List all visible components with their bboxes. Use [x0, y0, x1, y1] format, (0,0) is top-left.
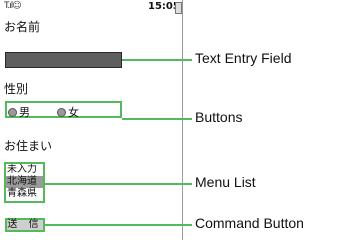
name-label: お名前	[4, 20, 41, 34]
phone-screen: T.ıl☺ 15:05 お名前 性別 男 女 お住まい 未入力 北海道 青森県 …	[0, 0, 182, 240]
menu-option[interactable]: 青森県	[6, 188, 43, 200]
address-label: お住まい	[4, 139, 53, 153]
radio-female[interactable]: 女	[57, 104, 79, 120]
callout-line-command-button	[45, 224, 192, 226]
radio-dot-icon	[8, 107, 17, 117]
annotation-menu-list: Menu List	[195, 174, 256, 190]
menu-option[interactable]: 北海道	[6, 176, 43, 188]
gender-radio-group: 男 女	[5, 101, 122, 120]
annotation-buttons: Buttons	[195, 109, 243, 125]
screen-edge	[182, 0, 183, 240]
radio-male-label: 男	[19, 106, 30, 119]
signal-icon: T.ıl☺	[4, 1, 22, 11]
submit-button[interactable]: 送 信	[5, 218, 45, 232]
callout-line-buttons	[122, 118, 192, 120]
menu-option[interactable]: 未入力	[6, 164, 43, 176]
radio-male[interactable]: 男	[8, 104, 30, 120]
status-bar: T.ıl☺ 15:05	[0, 0, 182, 14]
annotation-text-entry: Text Entry Field	[195, 50, 292, 66]
callout-line-text-entry	[122, 59, 192, 61]
battery-icon	[175, 2, 182, 14]
radio-female-label: 女	[68, 106, 79, 119]
radio-dot-icon	[57, 107, 66, 117]
name-text-field[interactable]	[5, 52, 122, 68]
gender-label: 性別	[4, 82, 29, 96]
address-menu-list[interactable]: 未入力 北海道 青森県	[4, 162, 45, 203]
annotation-command-button: Command Button	[195, 215, 304, 231]
callout-line-menu-list	[45, 183, 192, 185]
